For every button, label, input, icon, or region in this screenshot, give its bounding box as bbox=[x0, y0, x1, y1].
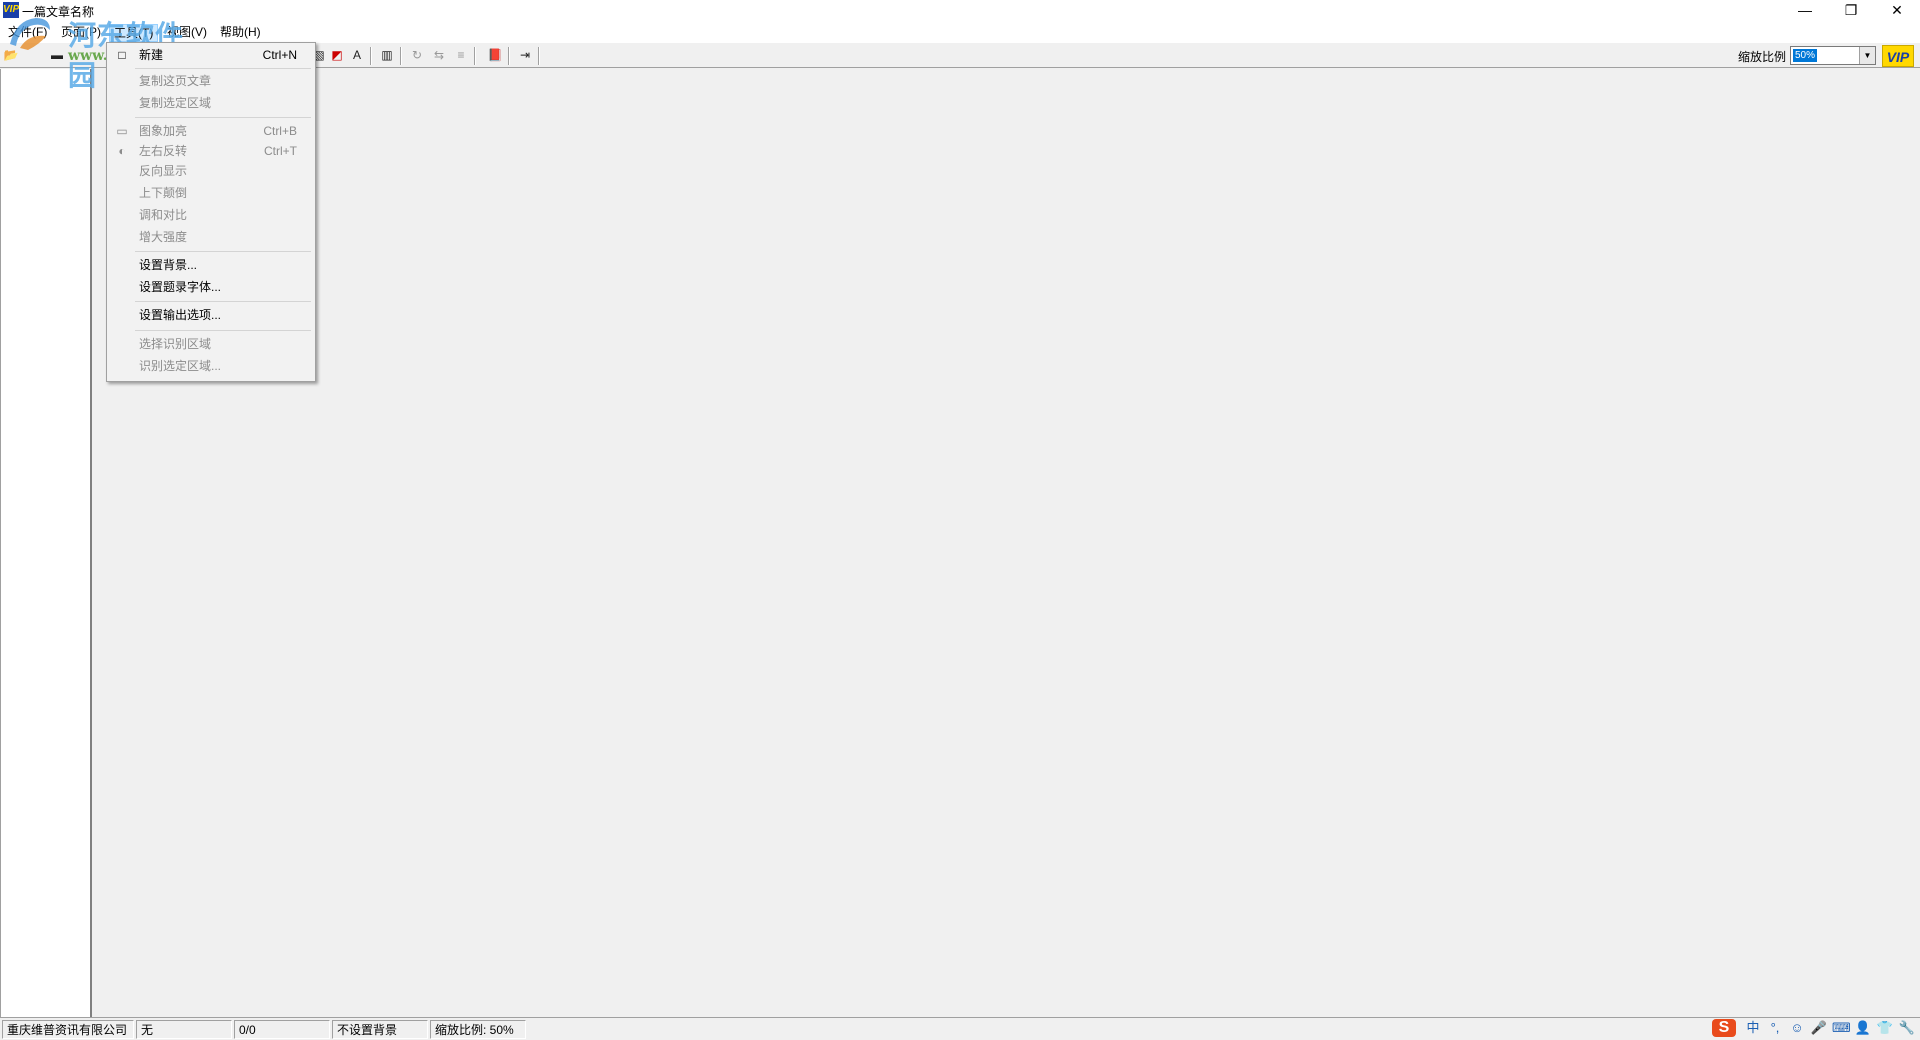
menu-item-adjust-contrast[interactable]: 调和对比 bbox=[107, 205, 315, 225]
menu-item-mirror[interactable]: ◐ 左右反转 Ctrl+T bbox=[107, 141, 315, 161]
menu-item-label: 图象加亮 bbox=[139, 124, 188, 138]
chinese-mode-icon[interactable]: 中 bbox=[1744, 1019, 1762, 1037]
menu-item-shortcut: Ctrl+B bbox=[263, 124, 297, 138]
list-icon[interactable]: ≡ bbox=[452, 47, 470, 64]
vip-logo: VIP bbox=[1882, 45, 1914, 67]
microphone-icon[interactable]: 🎤 bbox=[1810, 1019, 1828, 1037]
menu-item-label: 选择识别区域 bbox=[139, 337, 212, 351]
menu-tools[interactable]: 工具(T) bbox=[109, 24, 159, 42]
toolbar-separator bbox=[474, 47, 476, 65]
book-icon[interactable]: 📕 bbox=[486, 47, 504, 64]
menu-file[interactable]: 文件(F) bbox=[4, 24, 51, 42]
menu-item-label: 增大强度 bbox=[139, 230, 188, 244]
menu-item-increase-intensity[interactable]: 增大强度 bbox=[107, 227, 315, 247]
brighten-icon: ▭ bbox=[116, 124, 128, 138]
emoji-icon[interactable]: ☺ bbox=[1788, 1019, 1806, 1037]
status-page-count: 0/0 bbox=[234, 1020, 330, 1039]
skin-icon[interactable]: 👕 bbox=[1876, 1019, 1894, 1037]
minimize-button[interactable]: — bbox=[1782, 0, 1828, 22]
menu-item-set-citation-font[interactable]: 设置题录字体... bbox=[107, 277, 315, 297]
keyboard-icon[interactable]: ⌨ bbox=[1832, 1019, 1851, 1037]
exit-icon[interactable]: ⇥ bbox=[516, 47, 534, 64]
menu-item-shortcut: Ctrl+T bbox=[264, 144, 297, 158]
rotate-icon[interactable]: ↻ bbox=[408, 47, 426, 64]
menu-page[interactable]: 页面(P) bbox=[57, 24, 105, 42]
toolbar-separator bbox=[508, 47, 510, 65]
menu-item-label: 设置题录字体... bbox=[139, 280, 222, 294]
status-mode: 无 bbox=[136, 1020, 232, 1039]
menu-item-label: 调和对比 bbox=[139, 208, 188, 222]
menu-separator bbox=[135, 117, 311, 118]
status-background: 不设置背景 bbox=[332, 1020, 428, 1039]
restore-button[interactable]: ❐ bbox=[1828, 0, 1874, 22]
menu-item-copy-selection[interactable]: 复制选定区域 bbox=[107, 93, 315, 113]
menu-item-label: 复制选定区域 bbox=[139, 96, 212, 110]
menu-item-new[interactable]: □ 新建 Ctrl+N bbox=[107, 45, 315, 65]
sogou-icon[interactable]: S bbox=[1712, 1019, 1736, 1037]
new-document-icon: □ bbox=[118, 48, 126, 62]
user-icon[interactable]: 👤 bbox=[1854, 1019, 1872, 1037]
text-icon[interactable]: A bbox=[348, 47, 366, 64]
tools-dropdown-menu: □ 新建 Ctrl+N 复制这页文章 复制选定区域 ▭ 图象加亮 Ctrl+B … bbox=[106, 42, 316, 382]
menu-item-shortcut: Ctrl+N bbox=[262, 48, 297, 62]
menu-item-set-output-options[interactable]: 设置输出选项... bbox=[107, 305, 315, 325]
zoom-label: 缩放比例 bbox=[1738, 50, 1787, 64]
menu-item-label: 新建 bbox=[139, 48, 164, 62]
menu-item-invert[interactable]: 反向显示 bbox=[107, 161, 315, 181]
menu-item-recognize-selection[interactable]: 识别选定区域... bbox=[107, 356, 315, 376]
save-icon[interactable]: ▬ bbox=[48, 47, 66, 64]
menu-item-set-background[interactable]: 设置背景... bbox=[107, 255, 315, 275]
menu-item-label: 左右反转 bbox=[139, 144, 188, 158]
menu-item-brighten[interactable]: ▭ 图象加亮 Ctrl+B bbox=[107, 121, 315, 141]
title-bar: VIP 一篇文章名称 — ❐ ✕ bbox=[0, 0, 1920, 22]
open-folder-icon[interactable]: 📂 bbox=[2, 47, 20, 64]
menu-item-label: 识别选定区域... bbox=[139, 359, 222, 373]
menu-separator bbox=[135, 301, 311, 302]
menu-separator bbox=[135, 330, 311, 331]
menu-item-label: 上下颠倒 bbox=[139, 186, 188, 200]
status-bar: 重庆维普资讯有限公司 无 0/0 不设置背景 缩放比例: 50% bbox=[0, 1017, 1920, 1040]
zoom-value: 50% bbox=[1793, 49, 1818, 62]
window-title: 一篇文章名称 bbox=[22, 5, 95, 19]
menu-separator bbox=[135, 68, 311, 69]
status-company: 重庆维普资讯有限公司 bbox=[2, 1020, 134, 1039]
tools-icon[interactable]: 🔧 bbox=[1898, 1019, 1916, 1037]
menu-item-flip-vertical[interactable]: 上下颠倒 bbox=[107, 183, 315, 203]
toolbar-separator bbox=[400, 47, 402, 65]
contrast-icon[interactable]: ◩ bbox=[328, 47, 346, 64]
menu-bar: 文件(F) 页面(P) 工具(T) 视图(V) 帮助(H) bbox=[0, 22, 1920, 42]
menu-view[interactable]: 视图(V) bbox=[163, 24, 211, 42]
menu-separator bbox=[135, 251, 311, 252]
document-area[interactable] bbox=[92, 69, 1920, 1017]
status-zoom: 缩放比例: 50% bbox=[430, 1020, 526, 1039]
zoom-select[interactable]: 50% ▼ bbox=[1790, 46, 1876, 65]
menu-item-label: 复制这页文章 bbox=[139, 74, 212, 88]
close-button[interactable]: ✕ bbox=[1874, 0, 1920, 22]
menu-help[interactable]: 帮助(H) bbox=[216, 24, 265, 42]
menu-item-label: 设置输出选项... bbox=[139, 308, 222, 322]
ime-tray: S 中 °, ☺ 🎤 ⌨ 👤 👕 🔧 bbox=[1712, 1016, 1920, 1040]
chart-icon[interactable]: ▥ bbox=[378, 47, 396, 64]
app-icon: VIP bbox=[3, 2, 19, 18]
mirror-icon: ◐ bbox=[118, 144, 126, 158]
toolbar-separator bbox=[370, 47, 372, 65]
toolbar-separator bbox=[538, 47, 540, 65]
chevron-down-icon[interactable]: ▼ bbox=[1859, 47, 1875, 64]
left-panel[interactable] bbox=[0, 69, 92, 1017]
menu-item-label: 设置背景... bbox=[139, 258, 198, 272]
menu-item-select-ocr-region[interactable]: 选择识别区域 bbox=[107, 334, 315, 354]
menu-item-label: 反向显示 bbox=[139, 164, 188, 178]
flip-icon[interactable]: ⇆ bbox=[430, 47, 448, 64]
menu-item-copy-page[interactable]: 复制这页文章 bbox=[107, 71, 315, 91]
punctuation-icon[interactable]: °, bbox=[1766, 1019, 1784, 1037]
